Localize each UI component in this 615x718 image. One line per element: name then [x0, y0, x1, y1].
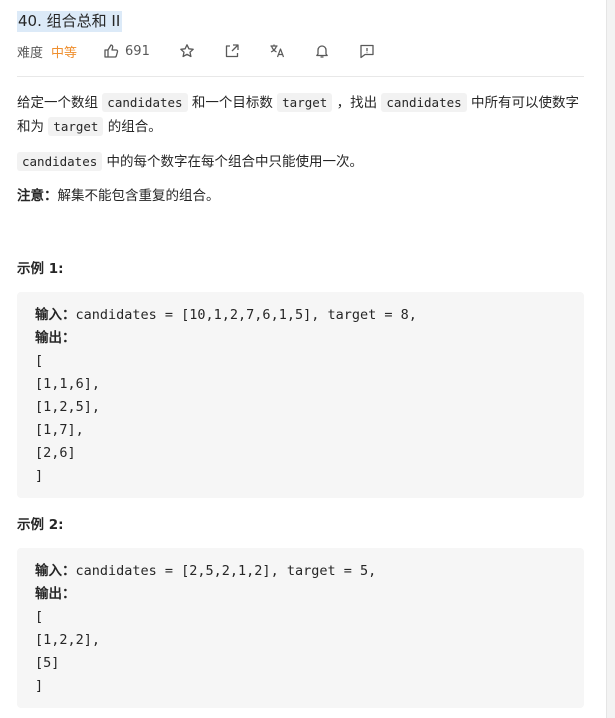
- output-line: [2,6]: [35, 445, 76, 461]
- translate-button[interactable]: [266, 40, 288, 62]
- output-line: ]: [35, 678, 44, 694]
- constraint-text: 中的每个数字在每个组合中只能使用一次。: [102, 154, 364, 170]
- note-text: 解集不能包含重复的组合。: [57, 188, 220, 204]
- description-text: 的组合。: [103, 119, 162, 135]
- example-input-line: 输入：candidates = [10,1,2,7,6,1,5], target…: [35, 304, 566, 327]
- example-output-line: 输出：: [35, 327, 566, 350]
- example-input-line: 输入：candidates = [2,5,2,1,2], target = 5,: [35, 560, 566, 583]
- share-button[interactable]: [221, 40, 243, 62]
- output-line: [1,2,5],: [35, 399, 101, 415]
- output-label: 输出：: [35, 330, 76, 346]
- header-divider: [17, 76, 584, 77]
- thumbs-up-icon: [104, 44, 119, 58]
- notify-button[interactable]: [311, 40, 333, 62]
- output-line: [5]: [35, 655, 60, 671]
- difficulty-badge: 中等: [51, 45, 78, 61]
- note-label: 注意：: [17, 188, 58, 204]
- inline-code: candidates: [381, 93, 467, 112]
- example-1-title: 示例 1:: [17, 261, 64, 277]
- inline-code: candidates: [17, 152, 103, 171]
- inline-code: candidates: [102, 93, 188, 112]
- difficulty-label: 难度: [17, 45, 44, 61]
- output-line: [: [35, 353, 44, 369]
- output-line: [1,1,6],: [35, 376, 101, 392]
- description-text: ，找出: [332, 95, 382, 111]
- example-1-codeblock: 输入：candidates = [10,1,2,7,6,1,5], target…: [17, 292, 584, 498]
- vertical-scrollbar[interactable]: [606, 0, 615, 718]
- like-button[interactable]: 691: [103, 43, 150, 59]
- output-line: [: [35, 609, 44, 625]
- bell-icon: [316, 45, 328, 58]
- problem-description: 给定一个数组 candidates 和一个目标数 target ，找出 cand…: [17, 91, 592, 219]
- description-paragraph: 给定一个数组 candidates 和一个目标数 target ，找出 cand…: [17, 91, 592, 139]
- input-value: candidates = [2,5,2,1,2], target = 5,: [75, 563, 377, 579]
- output-line: ]: [35, 468, 44, 484]
- description-text: 给定一个数组: [17, 95, 103, 111]
- description-text: 和一个目标数: [187, 95, 278, 111]
- problem-meta-bar: 难度 中等 691: [17, 40, 378, 62]
- output-line: [1,7],: [35, 422, 84, 438]
- constraint-paragraph: candidates 中的每个数字在每个组合中只能使用一次。: [17, 150, 592, 174]
- inline-code: target: [48, 117, 104, 136]
- input-label: 输入：: [35, 563, 76, 579]
- example-2-title: 示例 2:: [17, 517, 64, 533]
- feedback-icon: [360, 44, 374, 59]
- example-2-codeblock: 输入：candidates = [2,5,2,1,2], target = 5,…: [17, 548, 584, 708]
- star-icon: [180, 44, 194, 58]
- translate-icon: [270, 44, 284, 58]
- feedback-button[interactable]: [356, 40, 378, 62]
- share-icon: [225, 44, 239, 58]
- input-value: candidates = [10,1,2,7,6,1,5], target = …: [75, 307, 417, 323]
- output-label: 输出：: [35, 586, 76, 602]
- note-paragraph: 注意：解集不能包含重复的组合。: [17, 185, 592, 208]
- problem-title: 40. 组合总和 II: [17, 11, 123, 32]
- favorite-button[interactable]: [176, 40, 198, 62]
- like-count: 691: [125, 43, 150, 59]
- inline-code: target: [277, 93, 333, 112]
- output-line: [1,2,2],: [35, 632, 101, 648]
- input-label: 输入：: [35, 307, 76, 323]
- example-output-line: 输出：: [35, 583, 566, 606]
